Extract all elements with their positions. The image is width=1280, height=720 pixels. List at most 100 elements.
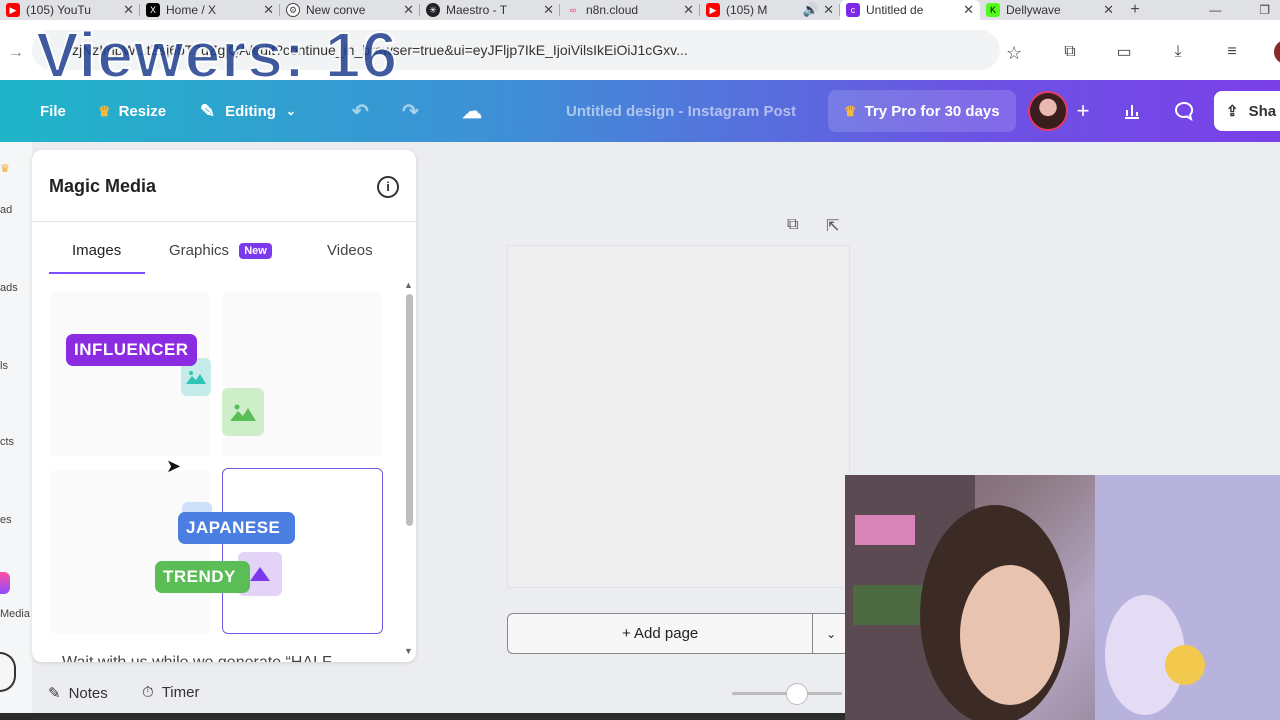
crown-icon: ♛ bbox=[98, 102, 111, 119]
tab-label: (105) M bbox=[726, 3, 768, 17]
scroll-up-arrow-icon[interactable]: ▲ bbox=[404, 280, 413, 290]
rail-item-label[interactable]: ads bbox=[0, 282, 18, 294]
crown-icon: ♛ bbox=[0, 163, 10, 175]
notes-button[interactable]: ✎ Notes bbox=[48, 684, 108, 703]
cast-icon[interactable]: ▭ bbox=[1112, 40, 1136, 64]
generated-image-slot[interactable] bbox=[50, 470, 210, 634]
bottom-bar: ✎ Notes ⏱ Timer bbox=[32, 676, 852, 712]
extensions-icon[interactable]: ⧉ bbox=[1058, 40, 1082, 64]
keyword-pill: TRENDY bbox=[155, 561, 250, 593]
timer-button[interactable]: ⏱ Timer bbox=[142, 684, 199, 701]
close-icon[interactable]: ✕ bbox=[543, 2, 554, 18]
add-page-button[interactable]: + Add page ⌄ bbox=[507, 613, 850, 654]
media-control-icon[interactable]: ≡ bbox=[1220, 40, 1244, 64]
tab-videos[interactable]: Videos bbox=[327, 242, 373, 259]
speaker-icon[interactable]: 🔊 bbox=[803, 2, 819, 18]
close-icon[interactable]: ✕ bbox=[403, 2, 414, 18]
divider bbox=[32, 221, 416, 222]
editing-label: Editing bbox=[225, 102, 276, 120]
youtube-icon: ▶ bbox=[706, 3, 720, 17]
window-controls: — ❐ bbox=[1209, 0, 1270, 20]
apps-icon[interactable] bbox=[0, 652, 16, 692]
close-icon[interactable]: ✕ bbox=[263, 2, 274, 18]
mouse-cursor-icon: ➤ bbox=[166, 456, 182, 476]
profile-avatar[interactable] bbox=[1274, 40, 1280, 64]
minimize-icon[interactable]: — bbox=[1209, 3, 1221, 17]
rail-item-label[interactable]: Media bbox=[0, 608, 30, 620]
undo-icon[interactable]: ↶ bbox=[352, 80, 369, 142]
star-icon[interactable]: ☆ bbox=[1006, 43, 1022, 64]
tab-images[interactable]: Images bbox=[72, 242, 121, 259]
webcam-image bbox=[845, 475, 1280, 720]
browser-tab[interactable]: K Dellywave ✕ bbox=[980, 0, 1120, 20]
try-pro-button[interactable]: ♛ Try Pro for 30 days bbox=[828, 90, 1016, 132]
resize-label: Resize bbox=[118, 102, 167, 120]
insights-chart-icon[interactable] bbox=[1112, 91, 1152, 131]
rail-item-label[interactable]: es bbox=[0, 514, 12, 526]
cloud-saved-icon[interactable]: ☁ bbox=[462, 80, 482, 142]
tab-label: Maestro - T bbox=[446, 3, 508, 17]
keyword-pill: INFLUENCER bbox=[66, 334, 197, 366]
notes-label: Notes bbox=[68, 684, 108, 702]
image-placeholder-icon bbox=[222, 388, 264, 436]
comment-icon[interactable] bbox=[1164, 91, 1204, 131]
try-pro-label: Try Pro for 30 days bbox=[864, 102, 1000, 120]
add-page-label: + Add page bbox=[621, 625, 699, 642]
redo-icon[interactable]: ↷ bbox=[402, 80, 419, 142]
magic-media-panel: Magic Media i Images Graphics New Videos… bbox=[32, 150, 416, 662]
file-menu[interactable]: File bbox=[40, 80, 66, 142]
browser-tab[interactable]: ✳ Maestro - T ✕ bbox=[420, 0, 560, 20]
close-icon[interactable]: ✕ bbox=[123, 2, 134, 18]
duplicate-page-icon[interactable]: ⧉ bbox=[787, 216, 798, 234]
resize-button[interactable]: ♛ Resize bbox=[98, 80, 166, 142]
canva-icon: c bbox=[846, 3, 860, 17]
avatar[interactable] bbox=[1028, 91, 1068, 131]
info-icon[interactable]: i bbox=[377, 176, 399, 198]
forward-arrow-icon[interactable]: → bbox=[8, 44, 24, 62]
chevron-down-icon: ⌄ bbox=[285, 104, 296, 118]
design-page[interactable] bbox=[507, 245, 850, 588]
editing-mode-button[interactable]: ✎ Editing ⌄ bbox=[200, 80, 296, 142]
zoom-slider-handle[interactable] bbox=[786, 683, 808, 705]
generated-image-slot-selected[interactable] bbox=[222, 468, 383, 634]
document-title[interactable]: Untitled design - Instagram Post bbox=[566, 80, 796, 142]
panel-scrollbar[interactable]: ▲ ▼ bbox=[404, 280, 414, 660]
timer-icon: ⏱ bbox=[142, 684, 154, 701]
new-badge: New bbox=[239, 243, 272, 259]
n8n-icon: ∞ bbox=[569, 5, 577, 15]
chatgpt-icon: ⚙ bbox=[286, 3, 300, 17]
browser-tab[interactable]: ▶ (105) YouTu ✕ bbox=[0, 0, 140, 20]
scroll-down-arrow-icon[interactable]: ▼ bbox=[404, 646, 413, 656]
share-button[interactable]: ⇪ Sha bbox=[1214, 91, 1280, 131]
browser-tab[interactable]: ⚙ New conve ✕ bbox=[280, 0, 420, 20]
browser-tab[interactable]: ▶ (105) M 🔊 ✕ bbox=[700, 0, 840, 20]
close-icon[interactable]: ✕ bbox=[683, 2, 694, 18]
browser-tab[interactable]: X Home / X ✕ bbox=[140, 0, 280, 20]
browser-tab-active[interactable]: c Untitled de ✕ bbox=[840, 0, 980, 20]
browser-tab-strip: ▶ (105) YouTu ✕ X Home / X ✕ ⚙ New conve… bbox=[0, 0, 1280, 20]
share-label: Sha bbox=[1248, 102, 1277, 120]
rail-item-label[interactable]: ad bbox=[0, 204, 12, 216]
new-tab-button[interactable]: + bbox=[1120, 1, 1150, 19]
youtube-icon: ▶ bbox=[6, 3, 20, 17]
kick-icon: K bbox=[986, 3, 1000, 17]
close-icon[interactable]: ✕ bbox=[823, 2, 834, 18]
rail-item-label[interactable]: cts bbox=[0, 436, 14, 448]
download-icon[interactable]: ⤓ bbox=[1166, 40, 1190, 64]
restore-icon[interactable]: ❐ bbox=[1259, 3, 1270, 17]
browser-tab[interactable]: ∞ n8n.cloud ✕ bbox=[560, 0, 700, 20]
add-collaborator-icon[interactable]: + bbox=[1070, 98, 1096, 124]
add-page-icon[interactable]: ⇱ bbox=[826, 216, 839, 236]
editor-top-bar: File ♛ Resize ✎ Editing ⌄ ↶ ↷ ☁ Untitled… bbox=[0, 80, 1280, 142]
magic-media-icon[interactable] bbox=[0, 572, 10, 594]
keyword-pill: JAPANESE bbox=[178, 512, 295, 544]
tab-label: (105) YouTu bbox=[26, 3, 91, 17]
close-icon[interactable]: ✕ bbox=[1103, 2, 1114, 18]
scroll-thumb[interactable] bbox=[406, 294, 413, 526]
side-rail: ♛ ad ads ls cts es Media bbox=[0, 142, 32, 720]
rail-item-label[interactable]: ls bbox=[0, 360, 8, 372]
chevron-down-icon[interactable]: ⌄ bbox=[813, 627, 849, 641]
tab-graphics[interactable]: Graphics New bbox=[169, 242, 272, 259]
close-icon[interactable]: ✕ bbox=[963, 2, 974, 18]
taskbar-strip bbox=[0, 713, 845, 720]
